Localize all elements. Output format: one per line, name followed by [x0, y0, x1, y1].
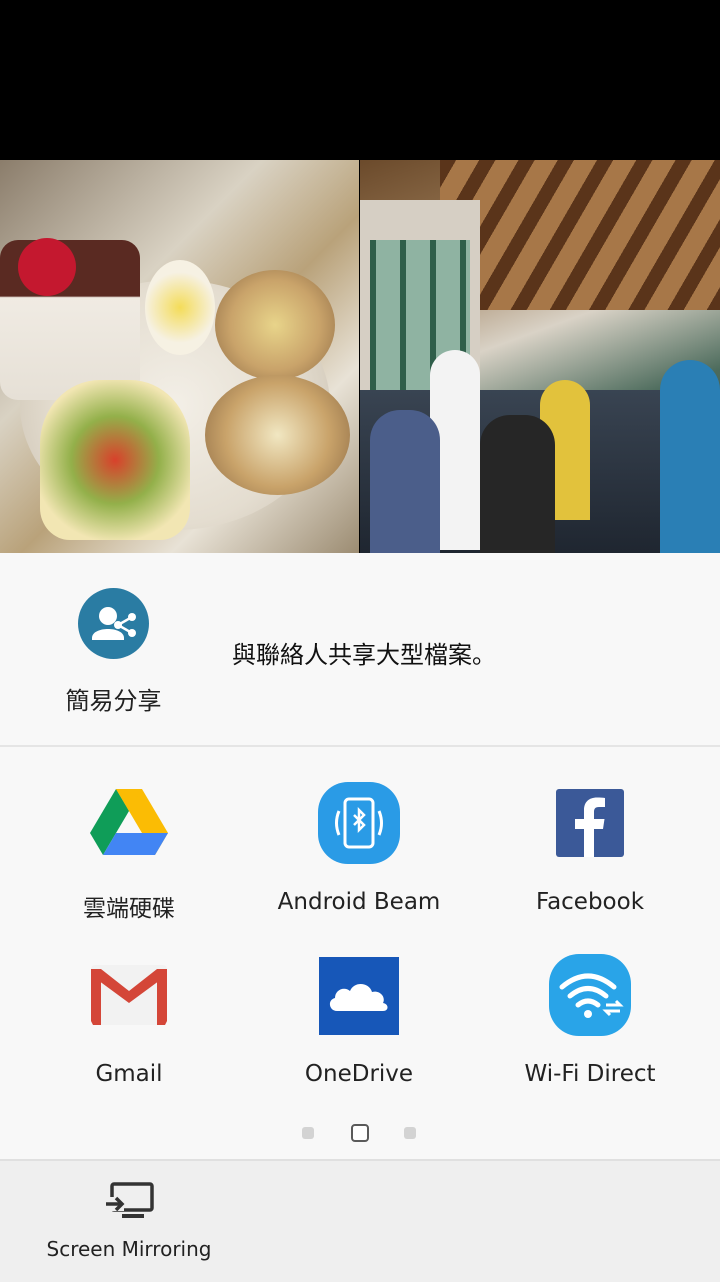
app-onedrive[interactable]: OneDrive [239, 919, 479, 1091]
app-wifi-direct[interactable]: Wi-Fi Direct [470, 919, 710, 1091]
gmail-icon[interactable] [9, 953, 249, 1037]
page-dot-active[interactable] [351, 1124, 369, 1142]
share-contact-icon[interactable] [78, 588, 149, 659]
wifi-direct-icon[interactable] [470, 953, 710, 1037]
quick-share-label[interactable]: 簡易分享 [40, 681, 187, 716]
google-drive-icon[interactable] [9, 781, 249, 865]
app-google-drive[interactable]: 雲端硬碟 [9, 747, 249, 922]
salad-shell [40, 380, 190, 540]
person [480, 415, 555, 553]
wooden-roof [440, 160, 720, 310]
app-label: Gmail [95, 1061, 163, 1087]
page-dot[interactable] [302, 1127, 314, 1139]
event-photo-thumbnail [360, 160, 720, 553]
facebook-icon[interactable] [470, 781, 710, 865]
status-area [0, 0, 720, 160]
shared-images-preview [0, 160, 720, 553]
onedrive-icon[interactable] [239, 953, 479, 1037]
page-dot[interactable] [404, 1127, 416, 1139]
app-gmail[interactable]: Gmail [9, 919, 249, 1091]
screen-mirroring-label[interactable]: Screen Mirroring [30, 1237, 228, 1261]
quick-share-row[interactable]: 簡易分享 與聯絡人共享大型檔案。 [0, 553, 720, 745]
app-label: Facebook [535, 889, 645, 915]
page-indicator [0, 1119, 720, 1147]
quick-share-description: 與聯絡人共享大型檔案。 [232, 641, 496, 669]
screen-mirroring-icon[interactable] [104, 1181, 156, 1223]
bottom-bar: Screen Mirroring [0, 1159, 720, 1282]
toast-bottom [205, 375, 350, 495]
app-facebook[interactable]: Facebook [470, 747, 710, 919]
app-android-beam[interactable]: Android Beam [239, 747, 479, 919]
person [660, 360, 720, 553]
toast-top [215, 270, 335, 380]
app-label: OneDrive [304, 1061, 414, 1087]
person [370, 410, 440, 553]
share-sheet: 簡易分享 與聯絡人共享大型檔案。 雲端硬碟 Android Beam Faceb… [0, 553, 720, 1282]
app-label: Android Beam [277, 889, 441, 915]
android-beam-icon[interactable] [239, 781, 479, 865]
food-photo-thumbnail [0, 160, 359, 553]
dessert-tag [18, 238, 76, 296]
app-label: 雲端硬碟 [83, 896, 175, 922]
deviled-egg [145, 260, 215, 355]
app-label: Wi-Fi Direct [524, 1061, 656, 1087]
